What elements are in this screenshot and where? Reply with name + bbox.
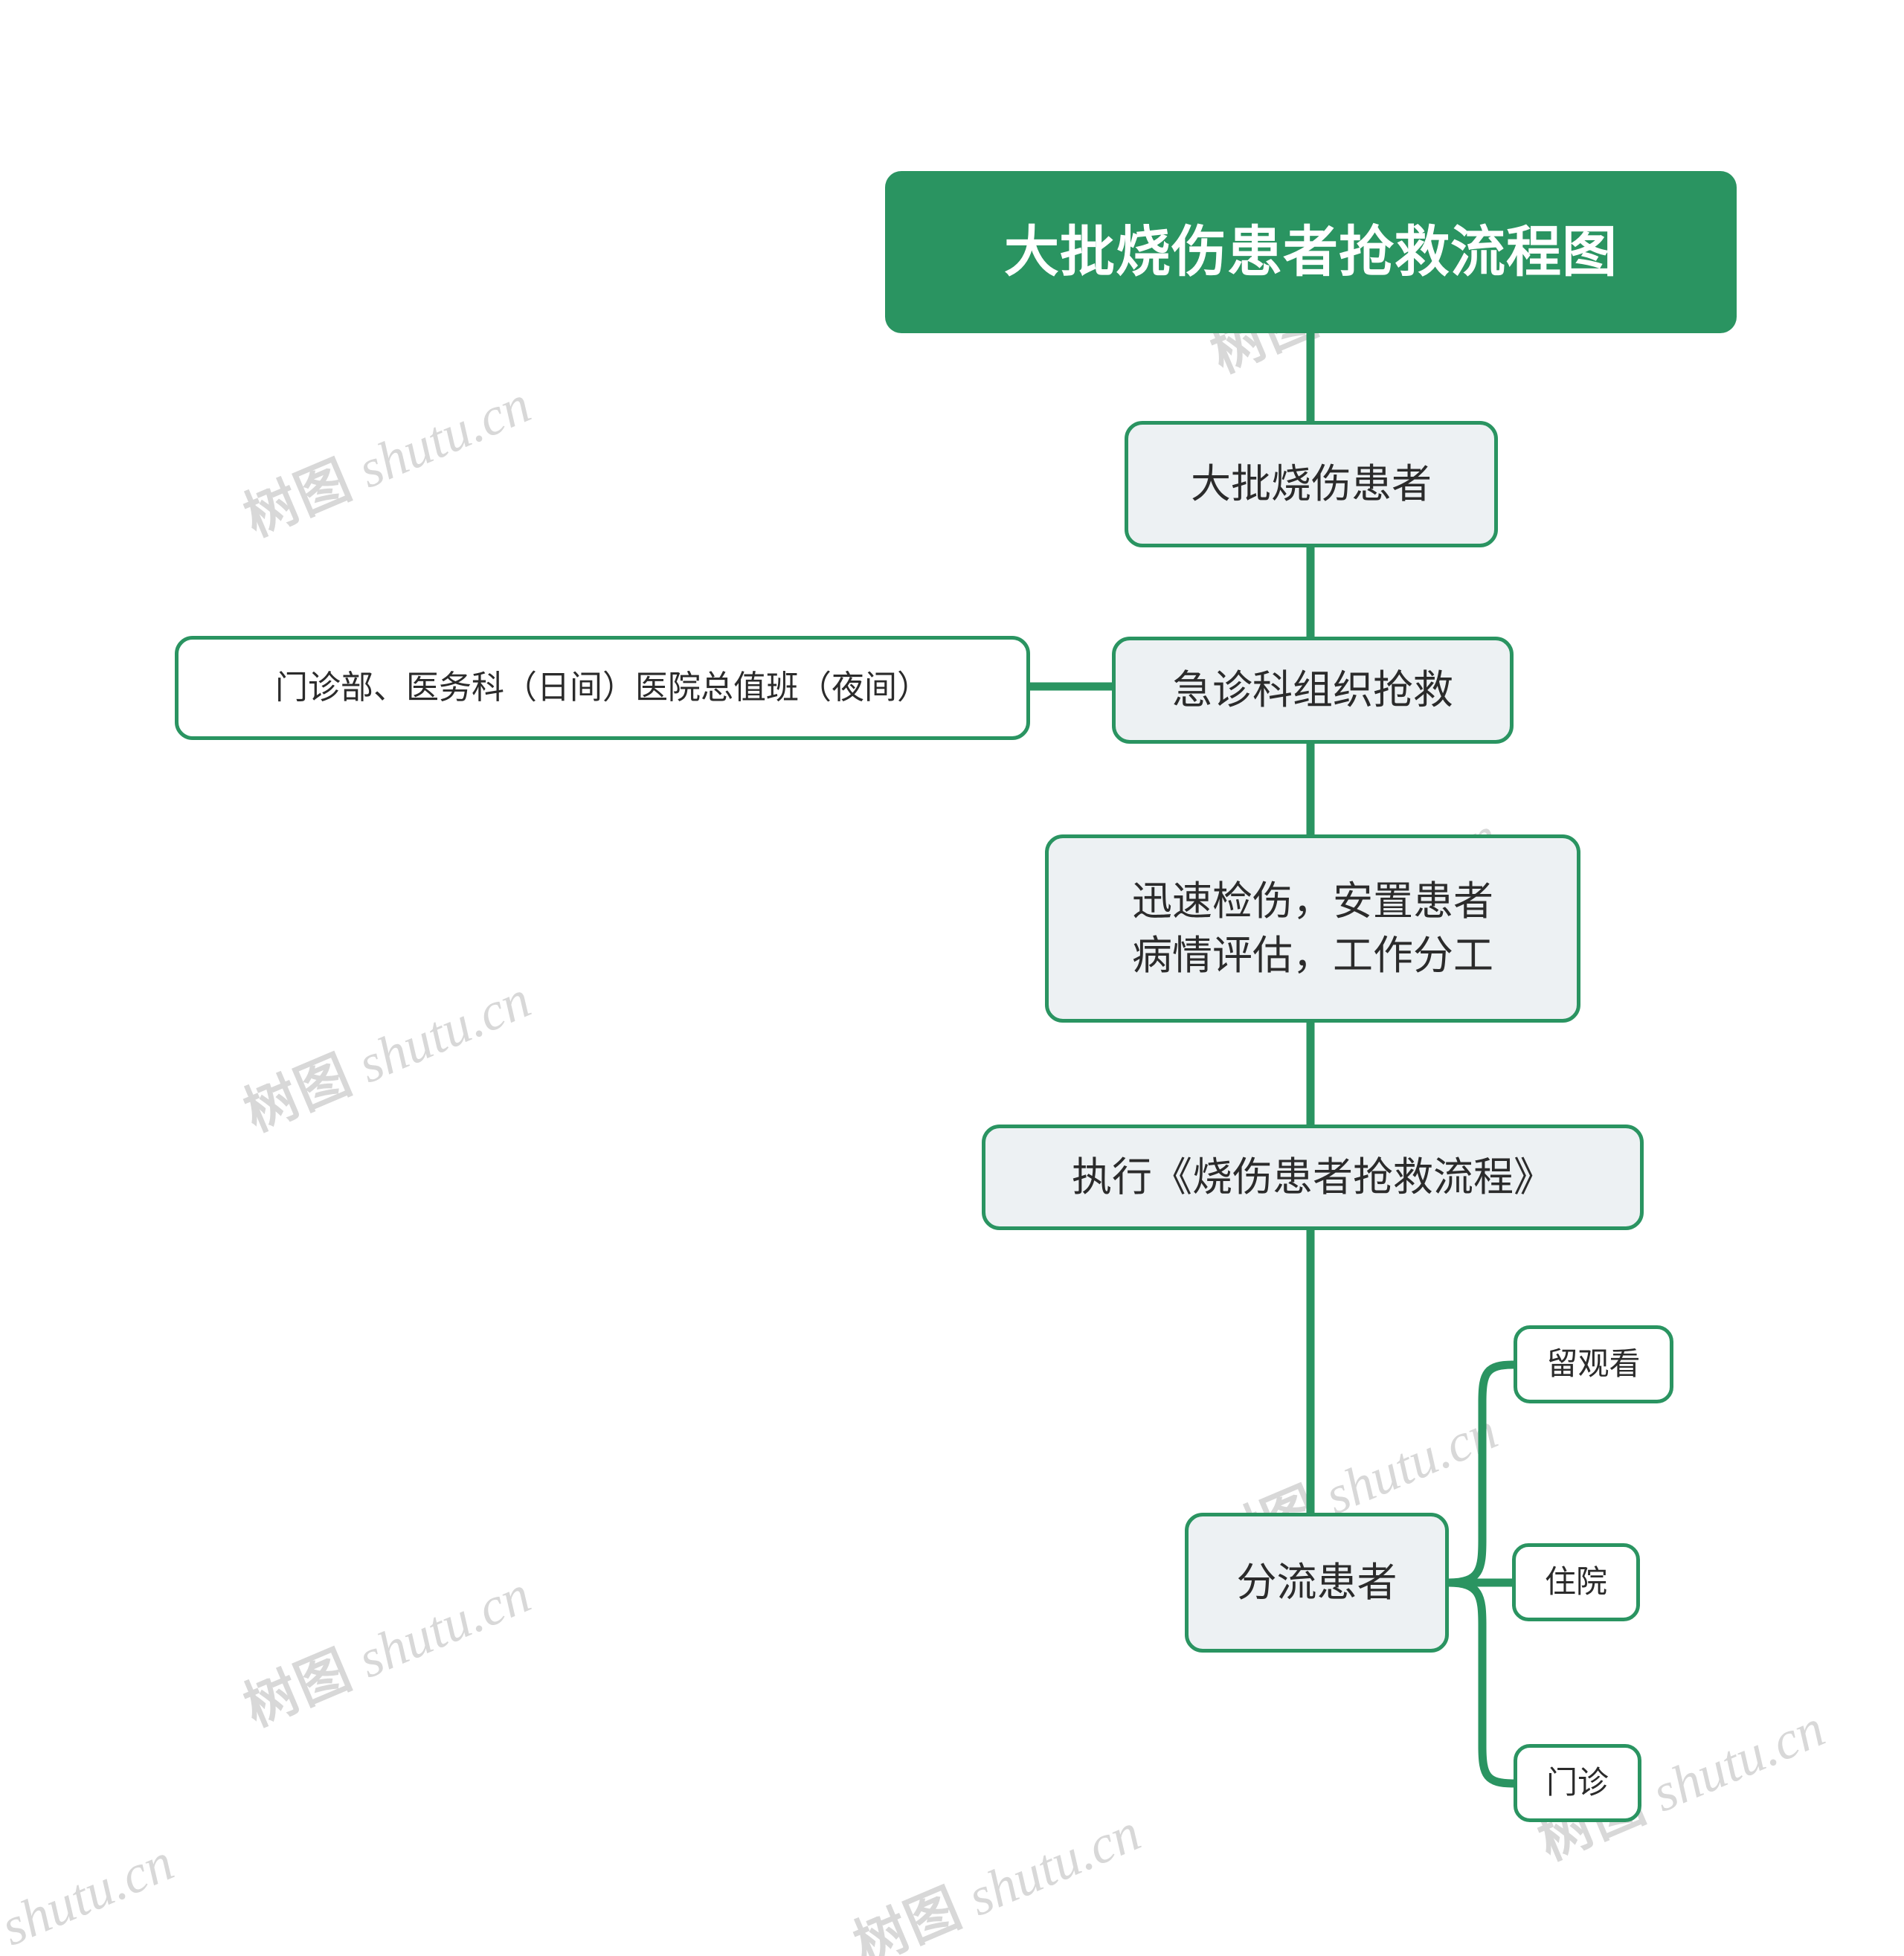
node-emergency-department-rescue[interactable]: 急诊科组织抢救 [1112,637,1514,744]
edge-n5-to-l3 [1444,1578,1518,1788]
watermark: 树图 shutu.cn [236,969,539,1143]
diagram-title: 大批烧伤患者抢救流程图 [885,171,1737,333]
flowchart-canvas: 树图 shutu.cn 树图 shutu.cn 树图 shutu.cn 树图 s… [0,0,1904,1956]
node-patient-distribution[interactable]: 分流患者 [1185,1513,1449,1653]
node-triage-and-assignment[interactable]: 迅速检伤，安置患者 病情评估，工作分工 [1045,834,1580,1023]
node-outpatient[interactable]: 门诊 [1514,1744,1641,1822]
node-label: 留观看 [1546,1346,1641,1382]
node-inpatient[interactable]: 住院 [1512,1543,1640,1621]
node-label: 急诊科组织抢救 [1172,667,1453,712]
node-label: 执行《烧伤患者抢救流程》 [1072,1154,1554,1200]
node-label: 门诊 [1546,1765,1609,1801]
watermark: 树图 shutu.cn [0,1832,182,1956]
node-responsible-departments[interactable]: 门诊部、医务科（日间）医院总值班（夜间） [175,636,1030,740]
edge-n5-to-l1 [1444,1360,1518,1587]
node-label: 住院 [1544,1564,1607,1600]
watermark: 树图 shutu.cn [236,374,539,548]
node-large-burn-patients[interactable]: 大批烧伤患者 [1125,421,1498,547]
watermark: 树图 shutu.cn [236,1564,539,1738]
node-observation[interactable]: 留观看 [1514,1325,1673,1403]
watermark: 树图 shutu.cn [846,1802,1149,1956]
node-label: 大批烧伤患者 [1191,461,1432,506]
node-execute-rescue-protocol[interactable]: 执行《烧伤患者抢救流程》 [982,1125,1644,1230]
node-label: 分流患者 [1236,1560,1398,1605]
node-label: 门诊部、医务科（日间）医院总值班（夜间） [275,669,930,706]
diagram-title-label: 大批烧伤患者抢救流程图 [1004,221,1618,283]
node-label: 迅速检伤，安置患者 病情评估，工作分工 [1132,879,1493,978]
